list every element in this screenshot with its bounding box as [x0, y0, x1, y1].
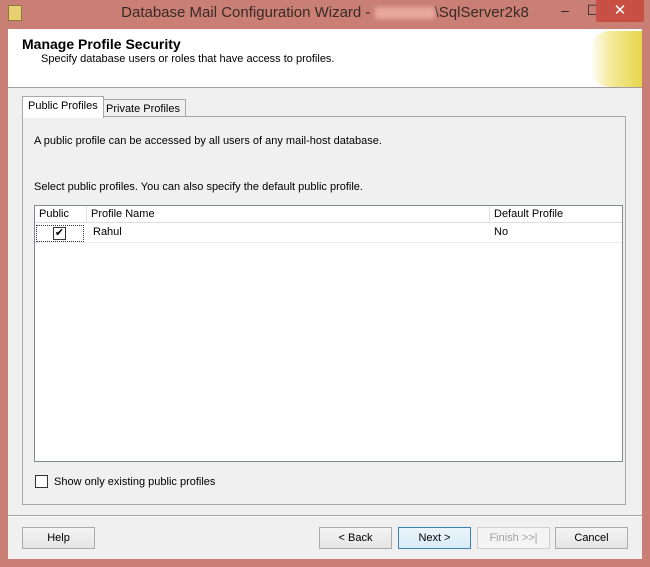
title-prefix: Database Mail Configuration Wizard - — [121, 4, 375, 21]
redacted-server-name — [374, 7, 435, 20]
public-checkbox[interactable]: ✔ — [53, 227, 66, 240]
close-button[interactable]: ✕ — [596, 0, 644, 22]
profiles-grid: Public Profile Name Default Profile ✔ Ra… — [34, 205, 623, 462]
title-bar: Database Mail Configuration Wizard - \Sq… — [0, 0, 650, 28]
wizard-client: Manage Profile Security Specify database… — [8, 29, 642, 559]
default-profile-cell[interactable]: No — [490, 224, 624, 242]
back-button[interactable]: < Back — [319, 527, 392, 549]
tab-panel: A public profile can be accessed by all … — [22, 116, 626, 505]
show-existing-option[interactable]: Show only existing public profiles — [35, 475, 215, 488]
cancel-button[interactable]: Cancel — [555, 527, 628, 549]
profile-name-cell: Rahul — [93, 226, 122, 238]
table-row[interactable]: ✔ Rahul No — [35, 224, 622, 243]
page-title: Manage Profile Security — [22, 36, 181, 52]
grid-header: Public Profile Name Default Profile — [35, 206, 622, 223]
page-subtitle: Specify database users or roles that hav… — [41, 53, 335, 65]
footer-divider — [8, 515, 642, 517]
public-cell: ✔ — [36, 225, 84, 242]
help-button[interactable]: Help — [22, 527, 95, 549]
show-existing-checkbox[interactable] — [35, 475, 48, 488]
instruction-text: Select public profiles. You can also spe… — [34, 181, 363, 193]
tab-public-profiles[interactable]: Public Profiles — [22, 96, 104, 118]
window-title: Database Mail Configuration Wizard - \Sq… — [0, 4, 650, 21]
description-text: A public profile can be accessed by all … — [34, 135, 382, 147]
show-existing-label: Show only existing public profiles — [54, 475, 216, 488]
column-default-profile[interactable]: Default Profile — [490, 206, 624, 222]
minimize-button[interactable]: – — [555, 2, 575, 24]
finish-button[interactable]: Finish >>| — [477, 527, 550, 549]
title-suffix: \SqlServer2k8 — [434, 4, 529, 21]
column-profile-name[interactable]: Profile Name — [87, 206, 490, 222]
database-mail-logo-icon — [590, 31, 642, 87]
wizard-header: Manage Profile Security Specify database… — [8, 29, 642, 88]
next-button[interactable]: Next > — [398, 527, 471, 549]
column-public[interactable]: Public — [35, 206, 87, 222]
